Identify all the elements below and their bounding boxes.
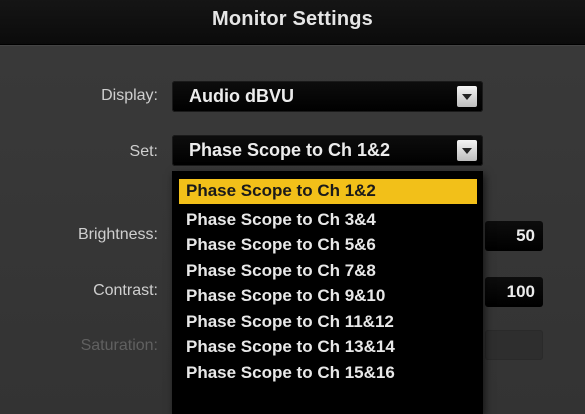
set-label: Set: bbox=[129, 143, 158, 160]
contrast-label: Contrast: bbox=[93, 282, 158, 299]
dropdown-option[interactable]: Phase Scope to Ch 13&14 bbox=[179, 335, 477, 360]
title-bar: Monitor Settings bbox=[0, 0, 585, 45]
chevron-down-icon[interactable] bbox=[457, 86, 477, 107]
dropdown-option[interactable]: Phase Scope to Ch 3&4 bbox=[179, 208, 477, 233]
brightness-field[interactable]: 50 bbox=[485, 221, 543, 251]
set-select-value: Phase Scope to Ch 1&2 bbox=[189, 140, 391, 160]
dropdown-option[interactable]: Phase Scope to Ch 15&16 bbox=[179, 361, 477, 386]
set-dropdown-list: Phase Scope to Ch 1&2 Phase Scope to Ch … bbox=[172, 171, 483, 414]
contrast-field[interactable]: 100 bbox=[485, 277, 543, 307]
dropdown-option[interactable]: Phase Scope to Ch 1&2 bbox=[179, 179, 477, 204]
chevron-down-icon[interactable] bbox=[457, 140, 477, 161]
dropdown-option[interactable]: Phase Scope to Ch 9&10 bbox=[179, 284, 477, 309]
display-select[interactable]: Audio dBVU bbox=[172, 81, 483, 112]
saturation-field bbox=[485, 330, 543, 360]
dropdown-option[interactable]: Phase Scope to Ch 11&12 bbox=[179, 310, 477, 335]
dropdown-option[interactable]: Phase Scope to Ch 7&8 bbox=[179, 259, 477, 284]
brightness-label: Brightness: bbox=[77, 226, 158, 243]
display-select-value: Audio dBVU bbox=[189, 86, 294, 106]
display-label: Display: bbox=[101, 87, 158, 104]
set-select[interactable]: Phase Scope to Ch 1&2 bbox=[172, 135, 483, 166]
saturation-label: Saturation: bbox=[80, 337, 158, 354]
dropdown-option[interactable]: Phase Scope to Ch 5&6 bbox=[179, 233, 477, 258]
monitor-settings-panel: Monitor Settings Display: Audio dBVU Set… bbox=[0, 0, 585, 414]
window-title: Monitor Settings bbox=[212, 8, 373, 30]
